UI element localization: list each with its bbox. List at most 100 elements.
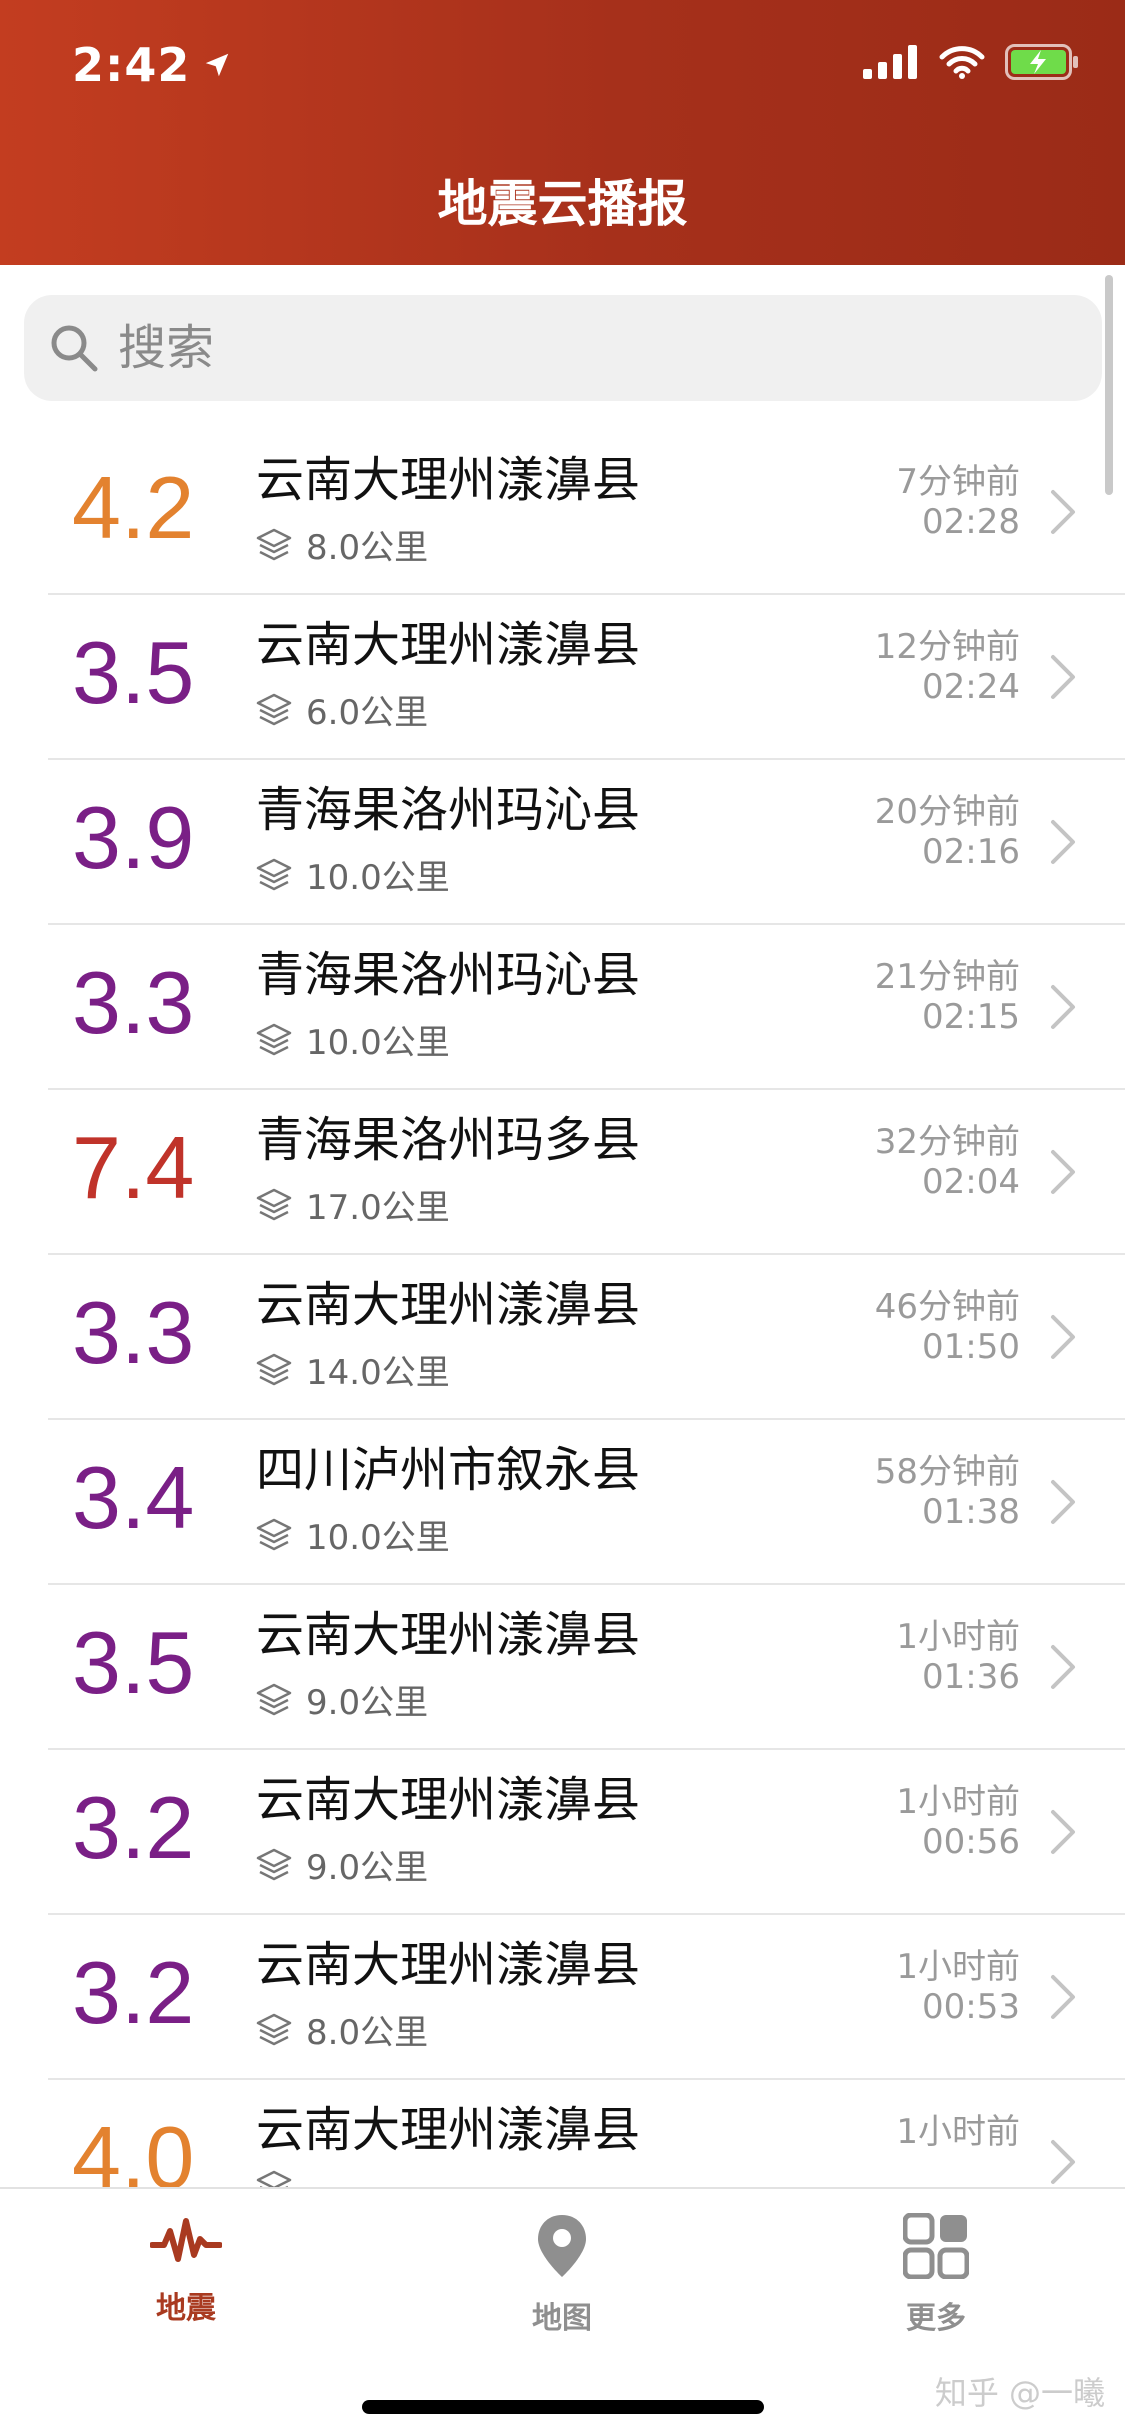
chevron-right-icon bbox=[1051, 1645, 1075, 1689]
depth-layers-icon bbox=[256, 2013, 292, 2045]
quake-list: 4.2 云南大理州漾濞县 8.0公里 7分钟前 02:28 3.5 云南大理州漾濞县 6.0公… bbox=[0, 430, 1125, 2187]
depth-layers-icon bbox=[256, 693, 292, 725]
quake-row[interactable]: 3.3 云南大理州漾濞县 14.0公里 46分钟前 01:50 bbox=[0, 1255, 1125, 1420]
depth-layers-icon bbox=[256, 1518, 292, 1550]
quake-time: 01:36 bbox=[922, 1657, 1020, 1697]
chevron-right-icon bbox=[1051, 2140, 1075, 2184]
quake-time: 00:53 bbox=[922, 1987, 1020, 2027]
quake-time-ago: 21分钟前 bbox=[874, 957, 1020, 997]
depth-layers-icon bbox=[256, 1353, 292, 1385]
quake-magnitude: 7.4 bbox=[72, 1118, 195, 1217]
quake-magnitude: 3.4 bbox=[72, 1448, 195, 1547]
search-input[interactable] bbox=[116, 308, 1016, 388]
quake-magnitude: 3.9 bbox=[72, 788, 195, 887]
status-bar-time: 2:42 bbox=[72, 38, 232, 92]
quake-location: 云南大理州漾濞县 bbox=[256, 1277, 641, 1333]
quake-depth-value: 8.0公里 bbox=[306, 528, 429, 568]
tab-more[interactable]: 更多 bbox=[836, 2212, 1036, 2337]
search-bar[interactable] bbox=[24, 295, 1102, 401]
depth-layers-icon bbox=[256, 1188, 292, 1220]
quake-time-ago: 1小时前 bbox=[896, 1782, 1020, 1822]
quake-location: 青海果洛州玛沁县 bbox=[256, 947, 641, 1003]
depth-layers-icon bbox=[256, 1848, 292, 1880]
quake-depth: 17.0公里 bbox=[256, 1180, 450, 1229]
tab-earthquake[interactable]: 地震 bbox=[86, 2213, 286, 2327]
quake-time: 02:28 bbox=[922, 502, 1020, 542]
quake-depth: 9.0公里 bbox=[256, 1675, 428, 1724]
quake-location: 四川泸州市叙永县 bbox=[256, 1442, 641, 1498]
quake-row[interactable]: 4.0 云南大理州漾濞县 1小时前 bbox=[0, 2080, 1125, 2187]
home-indicator[interactable] bbox=[362, 2400, 764, 2414]
quake-row[interactable]: 3.9 青海果洛州玛沁县 10.0公里 20分钟前 02:16 bbox=[0, 760, 1125, 925]
quake-magnitude: 4.0 bbox=[72, 2108, 195, 2187]
depth-layers-icon bbox=[256, 2170, 292, 2187]
quake-time: 02:24 bbox=[922, 667, 1020, 707]
chevron-right-icon bbox=[1051, 985, 1075, 1029]
chevron-right-icon bbox=[1051, 1150, 1075, 1194]
tab-earthquake-label: 地震 bbox=[156, 2291, 216, 2326]
quake-row[interactable]: 3.5 云南大理州漾濞县 6.0公里 12分钟前 02:24 bbox=[0, 595, 1125, 760]
quake-depth-value: 9.0公里 bbox=[306, 1683, 429, 1723]
location-arrow-icon bbox=[206, 53, 229, 77]
quake-time: 02:16 bbox=[922, 832, 1020, 872]
chevron-right-icon bbox=[1051, 820, 1075, 864]
chevron-right-icon bbox=[1051, 1975, 1075, 2019]
quake-time: 02:04 bbox=[922, 1162, 1020, 1202]
chevron-right-icon bbox=[1051, 1810, 1075, 1854]
quake-depth-value: 6.0公里 bbox=[306, 693, 429, 733]
quake-row[interactable]: 3.5 云南大理州漾濞县 9.0公里 1小时前 01:36 bbox=[0, 1585, 1125, 1750]
status-bar-indicators bbox=[863, 44, 1081, 80]
quake-depth: 6.0公里 bbox=[256, 685, 428, 734]
earthquake-list-view[interactable]: 4.2 云南大理州漾濞县 8.0公里 7分钟前02:28 3.5 云南大理州漾濞县 6.0公… bbox=[0, 265, 1125, 2187]
chevron-right-icon bbox=[1051, 1480, 1075, 1524]
grid-icon bbox=[902, 2212, 970, 2280]
depth-layers-icon bbox=[256, 528, 292, 560]
quake-magnitude: 3.5 bbox=[72, 623, 195, 722]
quake-depth: 8.0公里 bbox=[256, 520, 428, 569]
quake-row[interactable]: 3.3 青海果洛州玛沁县 10.0公里 21分钟前 02:15 bbox=[0, 925, 1125, 1090]
quake-location: 云南大理州漾濞县 bbox=[256, 1607, 641, 1663]
quake-magnitude: 4.2 bbox=[72, 458, 195, 557]
quake-depth: 14.0公里 bbox=[256, 1345, 450, 1394]
quake-row[interactable]: 3.2 云南大理州漾濞县 8.0公里 1小时前 00:53 bbox=[0, 1915, 1125, 2080]
quake-time: 02:15 bbox=[922, 997, 1020, 1037]
quake-row[interactable]: 4.2 云南大理州漾濞县 8.0公里 7分钟前 02:28 bbox=[0, 430, 1125, 595]
quake-location: 云南大理州漾濞县 bbox=[256, 1772, 641, 1828]
page-title: 地震云播报 bbox=[437, 175, 688, 233]
watermark: 知乎 @一曦 bbox=[934, 2374, 1105, 2412]
chevron-right-icon bbox=[1051, 655, 1075, 699]
quake-depth-value: 10.0公里 bbox=[306, 858, 450, 898]
depth-layers-icon bbox=[256, 1683, 292, 1715]
quake-time-ago: 58分钟前 bbox=[874, 1452, 1020, 1492]
search-icon bbox=[51, 325, 98, 372]
app-header: 2:42 地震云播报 bbox=[0, 0, 1125, 265]
quake-time-ago: 1小时前 bbox=[896, 2112, 1020, 2152]
quake-depth-value: 10.0公里 bbox=[306, 1023, 450, 1063]
quake-location: 云南大理州漾濞县 bbox=[256, 1937, 641, 1993]
quake-depth bbox=[256, 2170, 306, 2187]
quake-time: 00:56 bbox=[922, 1822, 1020, 1862]
quake-depth: 10.0公里 bbox=[256, 1015, 450, 1064]
tab-map[interactable]: 地图 bbox=[462, 2213, 662, 2337]
tab-map-label: 地图 bbox=[532, 2301, 592, 2336]
quake-depth: 9.0公里 bbox=[256, 1840, 428, 1889]
quake-time-ago: 12分钟前 bbox=[874, 627, 1020, 667]
quake-magnitude: 3.3 bbox=[72, 953, 195, 1052]
quake-time: 01:38 bbox=[922, 1492, 1020, 1532]
quake-depth-value: 14.0公里 bbox=[306, 1353, 450, 1393]
quake-depth: 8.0公里 bbox=[256, 2005, 428, 2054]
quake-row[interactable]: 3.4 四川泸州市叙永县 10.0公里 58分钟前 01:38 bbox=[0, 1420, 1125, 1585]
quake-time-ago: 46分钟前 bbox=[874, 1287, 1020, 1327]
quake-depth-value: 17.0公里 bbox=[306, 1188, 450, 1228]
quake-time-ago: 1小时前 bbox=[896, 1947, 1020, 1987]
quake-depth: 10.0公里 bbox=[256, 850, 450, 899]
map-pin-icon bbox=[538, 2215, 586, 2277]
chevron-right-icon bbox=[1051, 490, 1075, 534]
quake-location: 青海果洛州玛沁县 bbox=[256, 782, 641, 838]
quake-time: 01:50 bbox=[922, 1327, 1020, 1367]
quake-depth-value: 9.0公里 bbox=[306, 1848, 429, 1888]
quake-row[interactable]: 7.4 青海果洛州玛多县 17.0公里 32分钟前 02:04 bbox=[0, 1090, 1125, 1255]
quake-location: 云南大理州漾濞县 bbox=[256, 617, 641, 673]
quake-depth-value: 10.0公里 bbox=[306, 1518, 450, 1558]
quake-row[interactable]: 3.2 云南大理州漾濞县 9.0公里 1小时前 00:56 bbox=[0, 1750, 1125, 1915]
